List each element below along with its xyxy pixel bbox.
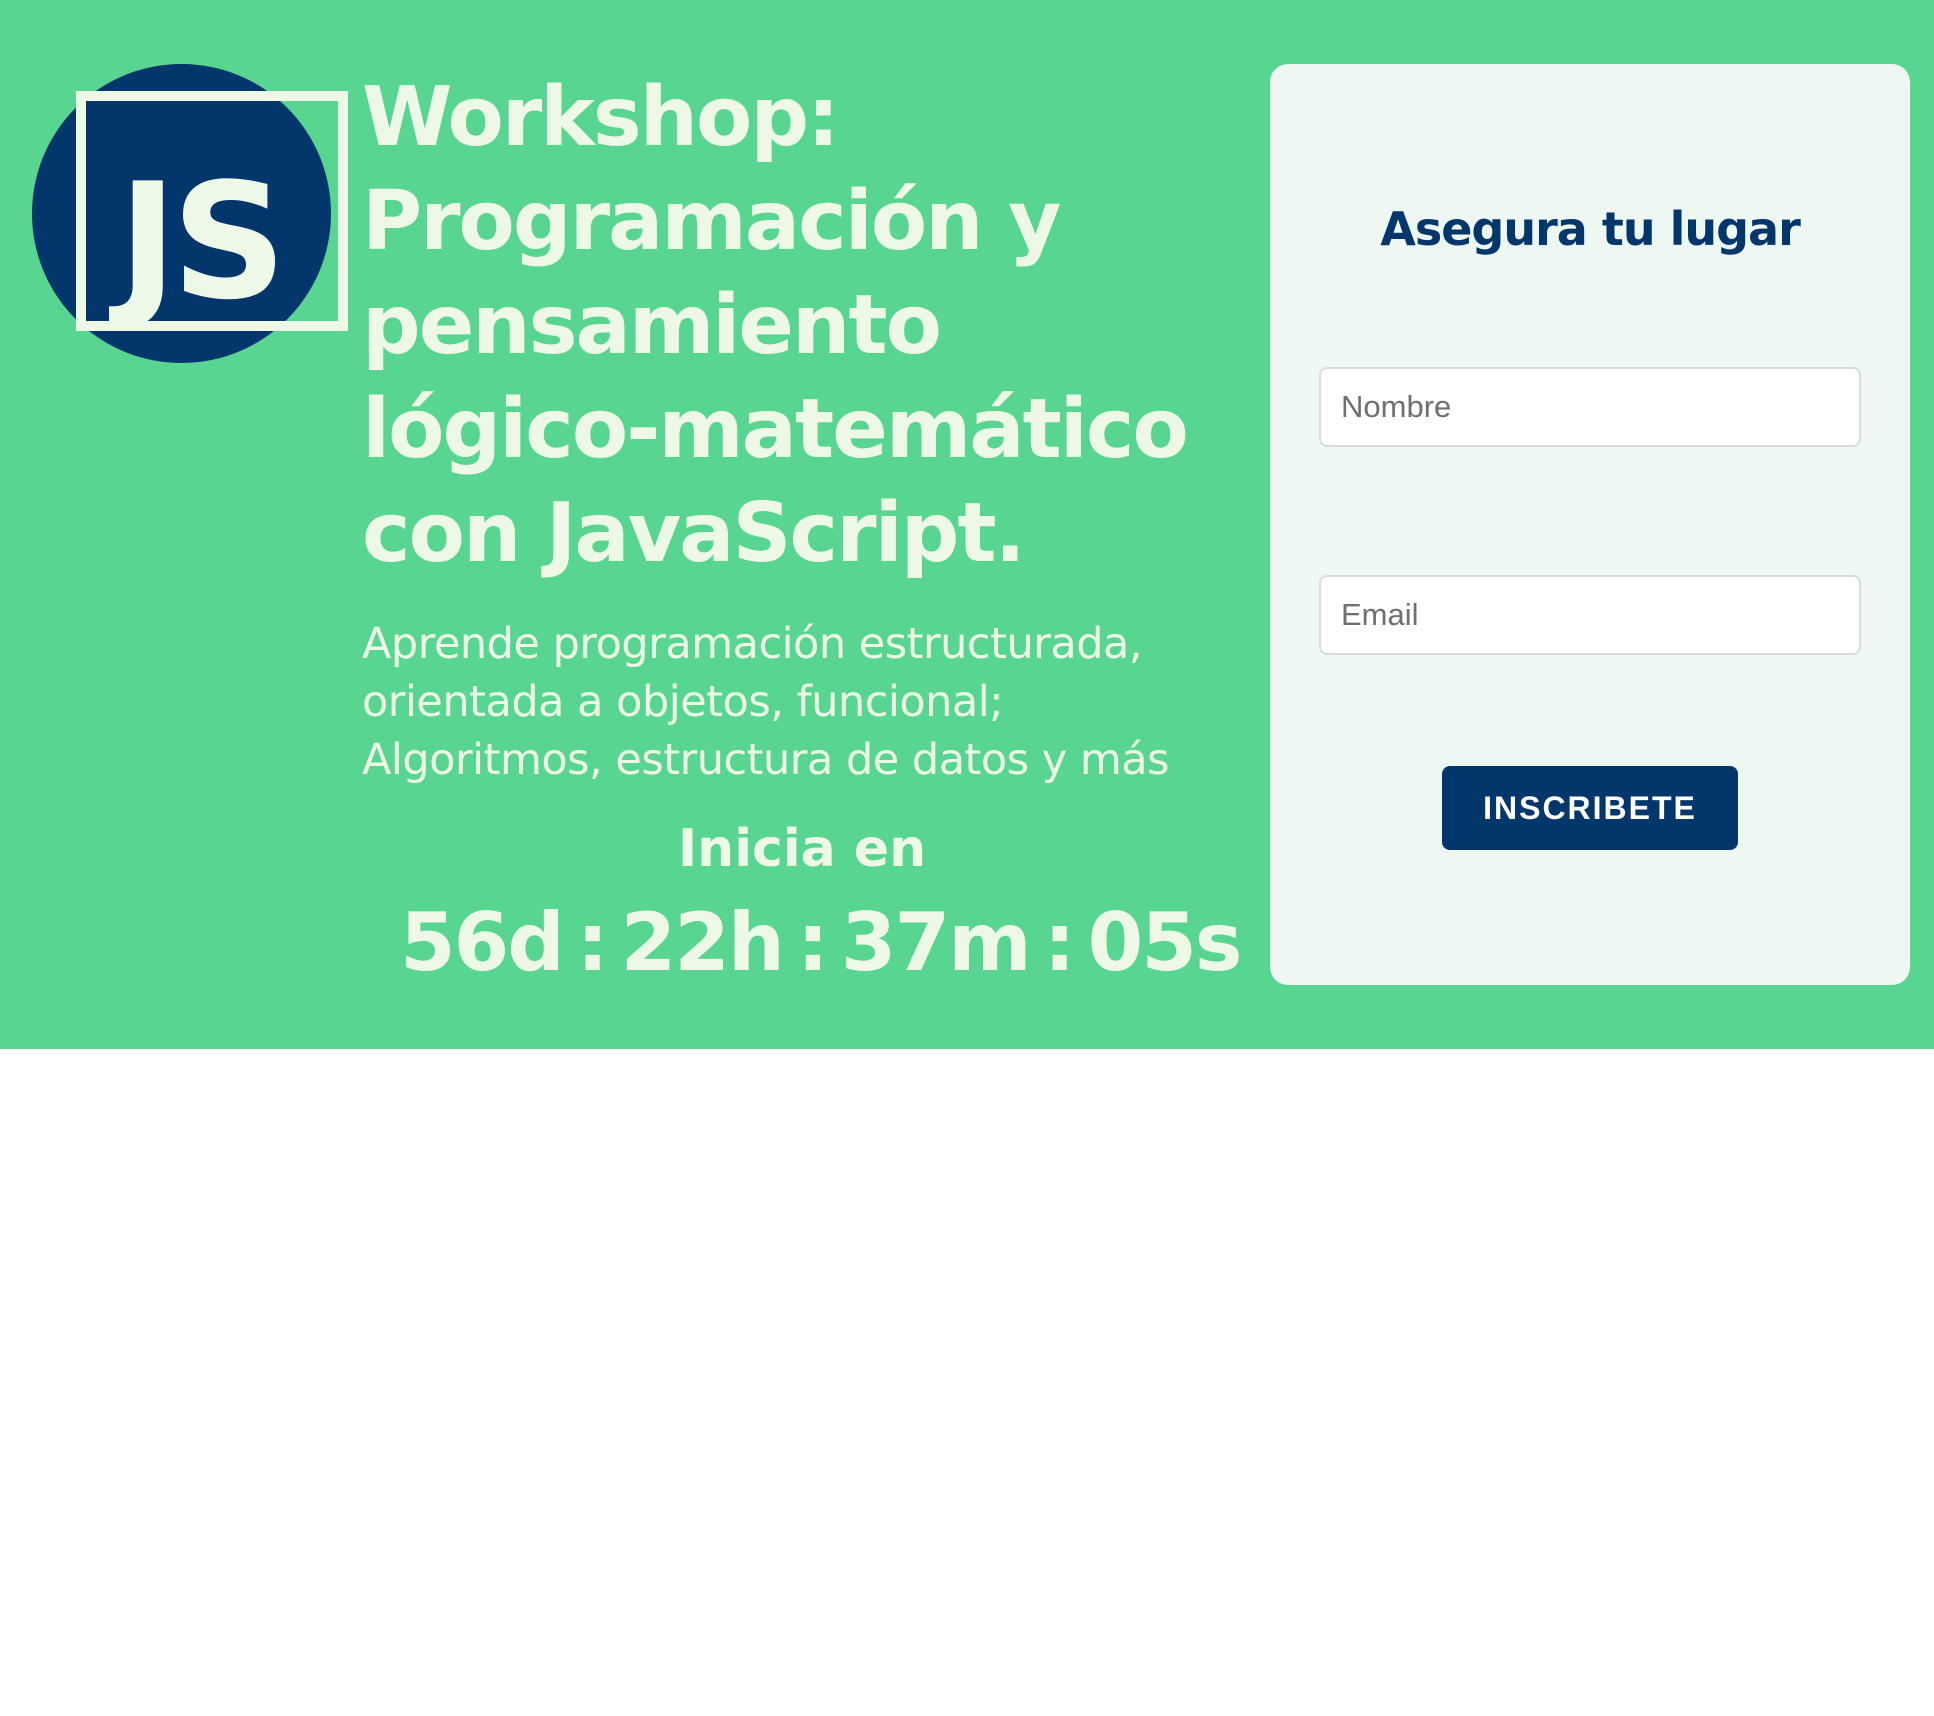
email-input[interactable] bbox=[1319, 575, 1861, 655]
landing-page: JS Workshop: Programación y pensamiento … bbox=[0, 0, 1934, 1716]
javascript-logo-icon: JS bbox=[32, 64, 348, 363]
hero-section: JS Workshop: Programación y pensamiento … bbox=[0, 0, 1934, 1049]
countdown-hours: 22h bbox=[620, 896, 785, 989]
logo-text: JS bbox=[118, 148, 287, 335]
countdown-seconds: 05s bbox=[1087, 896, 1243, 989]
name-input[interactable] bbox=[1319, 367, 1861, 447]
countdown-minutes: 37m bbox=[840, 896, 1032, 989]
countdown-separator: : bbox=[796, 896, 829, 989]
countdown-separator: : bbox=[1043, 896, 1076, 989]
register-button[interactable]: INSCRIBETE bbox=[1442, 766, 1738, 850]
countdown-timer: 56d : 22h : 37m : 05s bbox=[400, 893, 1243, 993]
registration-form: Asegura tu lugar INSCRIBETE bbox=[1270, 64, 1910, 985]
countdown-days: 56d bbox=[400, 896, 565, 989]
form-title: Asegura tu lugar bbox=[1380, 202, 1801, 256]
countdown-separator: : bbox=[576, 896, 609, 989]
workshop-title: Workshop: Programación y pensamiento lóg… bbox=[362, 70, 1189, 581]
workshop-description: Aprende programación estructurada, orien… bbox=[362, 619, 1170, 785]
starts-in-label: Inicia en bbox=[677, 819, 927, 879]
